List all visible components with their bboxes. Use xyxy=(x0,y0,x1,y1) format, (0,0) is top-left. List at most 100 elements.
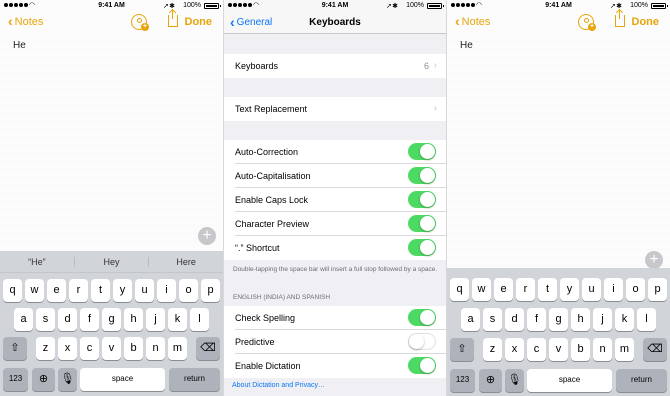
key-k[interactable]: k xyxy=(168,308,187,331)
key-r[interactable]: r xyxy=(69,279,88,302)
space-key[interactable]: space xyxy=(80,368,165,391)
key-i[interactable]: i xyxy=(604,278,623,301)
key-s[interactable]: s xyxy=(36,308,55,331)
key-w[interactable]: w xyxy=(472,278,491,301)
notes-screen-right: ◠ 9:41 AM ➚ ✱ 100% ‹ Notes + Done He + q… xyxy=(447,0,670,396)
key-e[interactable]: e xyxy=(494,278,513,301)
predictive-toggle[interactable] xyxy=(408,333,436,350)
key-x[interactable]: x xyxy=(58,337,77,360)
auto-correction-toggle[interactable] xyxy=(408,143,436,160)
key-b[interactable]: b xyxy=(124,337,143,360)
key-t[interactable]: t xyxy=(91,279,110,302)
key-m[interactable]: m xyxy=(168,337,187,360)
space-key[interactable]: space xyxy=(527,369,612,392)
shift-icon[interactable]: ⇧ xyxy=(3,337,27,360)
auto-capitalisation-toggle[interactable] xyxy=(408,167,436,184)
key-f[interactable]: f xyxy=(80,308,99,331)
return-key[interactable]: return xyxy=(169,368,220,391)
key-y[interactable]: y xyxy=(113,279,132,302)
key-u[interactable]: u xyxy=(135,279,154,302)
key-k[interactable]: k xyxy=(615,308,634,331)
key-b[interactable]: b xyxy=(571,338,590,361)
key-i[interactable]: i xyxy=(157,279,176,302)
delete-icon[interactable]: ⌫ xyxy=(643,338,667,361)
globe-icon[interactable]: ⊕ xyxy=(32,368,55,391)
add-people-icon[interactable]: + xyxy=(578,14,596,31)
share-icon[interactable] xyxy=(168,10,178,27)
shift-icon[interactable]: ⇧ xyxy=(450,338,474,361)
microphone-icon[interactable]: 🎙 xyxy=(58,368,77,391)
key-u[interactable]: u xyxy=(582,278,601,301)
numbers-key[interactable]: 123 xyxy=(3,368,28,391)
note-body-text[interactable]: He xyxy=(13,40,26,51)
key-p[interactable]: p xyxy=(201,279,220,302)
location-icon: ➚ xyxy=(386,3,392,10)
key-o[interactable]: o xyxy=(179,279,198,302)
key-g[interactable]: g xyxy=(549,308,568,331)
key-n[interactable]: n xyxy=(593,338,612,361)
dictation-privacy-link[interactable]: About Dictation and Privacy… xyxy=(232,382,325,389)
key-v[interactable]: v xyxy=(102,337,121,360)
key-j[interactable]: j xyxy=(593,308,612,331)
key-l[interactable]: l xyxy=(190,308,209,331)
caps-lock-toggle[interactable] xyxy=(408,191,436,208)
key-q[interactable]: q xyxy=(3,279,22,302)
key-d[interactable]: d xyxy=(505,308,524,331)
key-f[interactable]: f xyxy=(527,308,546,331)
check-spelling-toggle[interactable] xyxy=(408,309,436,326)
key-y[interactable]: y xyxy=(560,278,579,301)
key-s[interactable]: s xyxy=(483,308,502,331)
key-t[interactable]: t xyxy=(538,278,557,301)
prediction-3[interactable]: Here xyxy=(148,256,223,267)
key-a[interactable]: a xyxy=(461,308,480,331)
enable-dictation-toggle[interactable] xyxy=(408,357,436,374)
delete-icon[interactable]: ⌫ xyxy=(196,337,220,360)
key-g[interactable]: g xyxy=(102,308,121,331)
key-z[interactable]: z xyxy=(483,338,502,361)
note-body-text[interactable]: He xyxy=(460,40,473,51)
notes-back-button[interactable]: ‹ Notes xyxy=(8,14,43,28)
key-d[interactable]: d xyxy=(58,308,77,331)
key-n[interactable]: n xyxy=(146,337,165,360)
key-h[interactable]: h xyxy=(124,308,143,331)
key-w[interactable]: w xyxy=(25,279,44,302)
key-x[interactable]: x xyxy=(505,338,524,361)
toggle-label: “.” Shortcut xyxy=(235,243,280,253)
key-e[interactable]: e xyxy=(47,279,66,302)
note-paper[interactable] xyxy=(447,34,670,268)
globe-icon[interactable]: ⊕ xyxy=(479,369,502,392)
add-checklist-icon[interactable]: + xyxy=(645,251,663,269)
battery-percent: 100% xyxy=(183,2,201,9)
key-c[interactable]: c xyxy=(80,337,99,360)
key-z[interactable]: z xyxy=(36,337,55,360)
key-j[interactable]: j xyxy=(146,308,165,331)
note-paper[interactable] xyxy=(0,34,223,248)
key-m[interactable]: m xyxy=(615,338,634,361)
key-p[interactable]: p xyxy=(648,278,667,301)
prediction-2[interactable]: Hey xyxy=(73,256,149,267)
key-r[interactable]: r xyxy=(516,278,535,301)
keyboard-settings-screen: ◠ 9:41 AM ➚ ✱ 100% ‹ General Keyboards K… xyxy=(224,0,446,396)
key-o[interactable]: o xyxy=(626,278,645,301)
key-c[interactable]: c xyxy=(527,338,546,361)
key-v[interactable]: v xyxy=(549,338,568,361)
key-h[interactable]: h xyxy=(571,308,590,331)
text-replacement-row[interactable]: Text Replacement › xyxy=(224,97,446,121)
period-shortcut-toggle[interactable] xyxy=(408,239,436,256)
done-button[interactable]: Done xyxy=(185,16,213,28)
notes-back-button[interactable]: ‹ Notes xyxy=(455,14,490,28)
return-key[interactable]: return xyxy=(616,369,667,392)
share-icon[interactable] xyxy=(615,10,625,27)
key-a[interactable]: a xyxy=(14,308,33,331)
text-replacement-label: Text Replacement xyxy=(235,104,308,114)
add-people-icon[interactable]: + xyxy=(131,14,149,31)
numbers-key[interactable]: 123 xyxy=(450,369,475,392)
key-l[interactable]: l xyxy=(637,308,656,331)
prediction-1[interactable]: “He” xyxy=(0,257,74,267)
done-button[interactable]: Done xyxy=(632,16,660,28)
character-preview-toggle[interactable] xyxy=(408,215,436,232)
key-q[interactable]: q xyxy=(450,278,469,301)
keyboards-row[interactable]: Keyboards 6 › xyxy=(224,54,446,78)
add-checklist-icon[interactable]: + xyxy=(198,227,216,245)
microphone-icon[interactable]: 🎙 xyxy=(505,369,524,392)
